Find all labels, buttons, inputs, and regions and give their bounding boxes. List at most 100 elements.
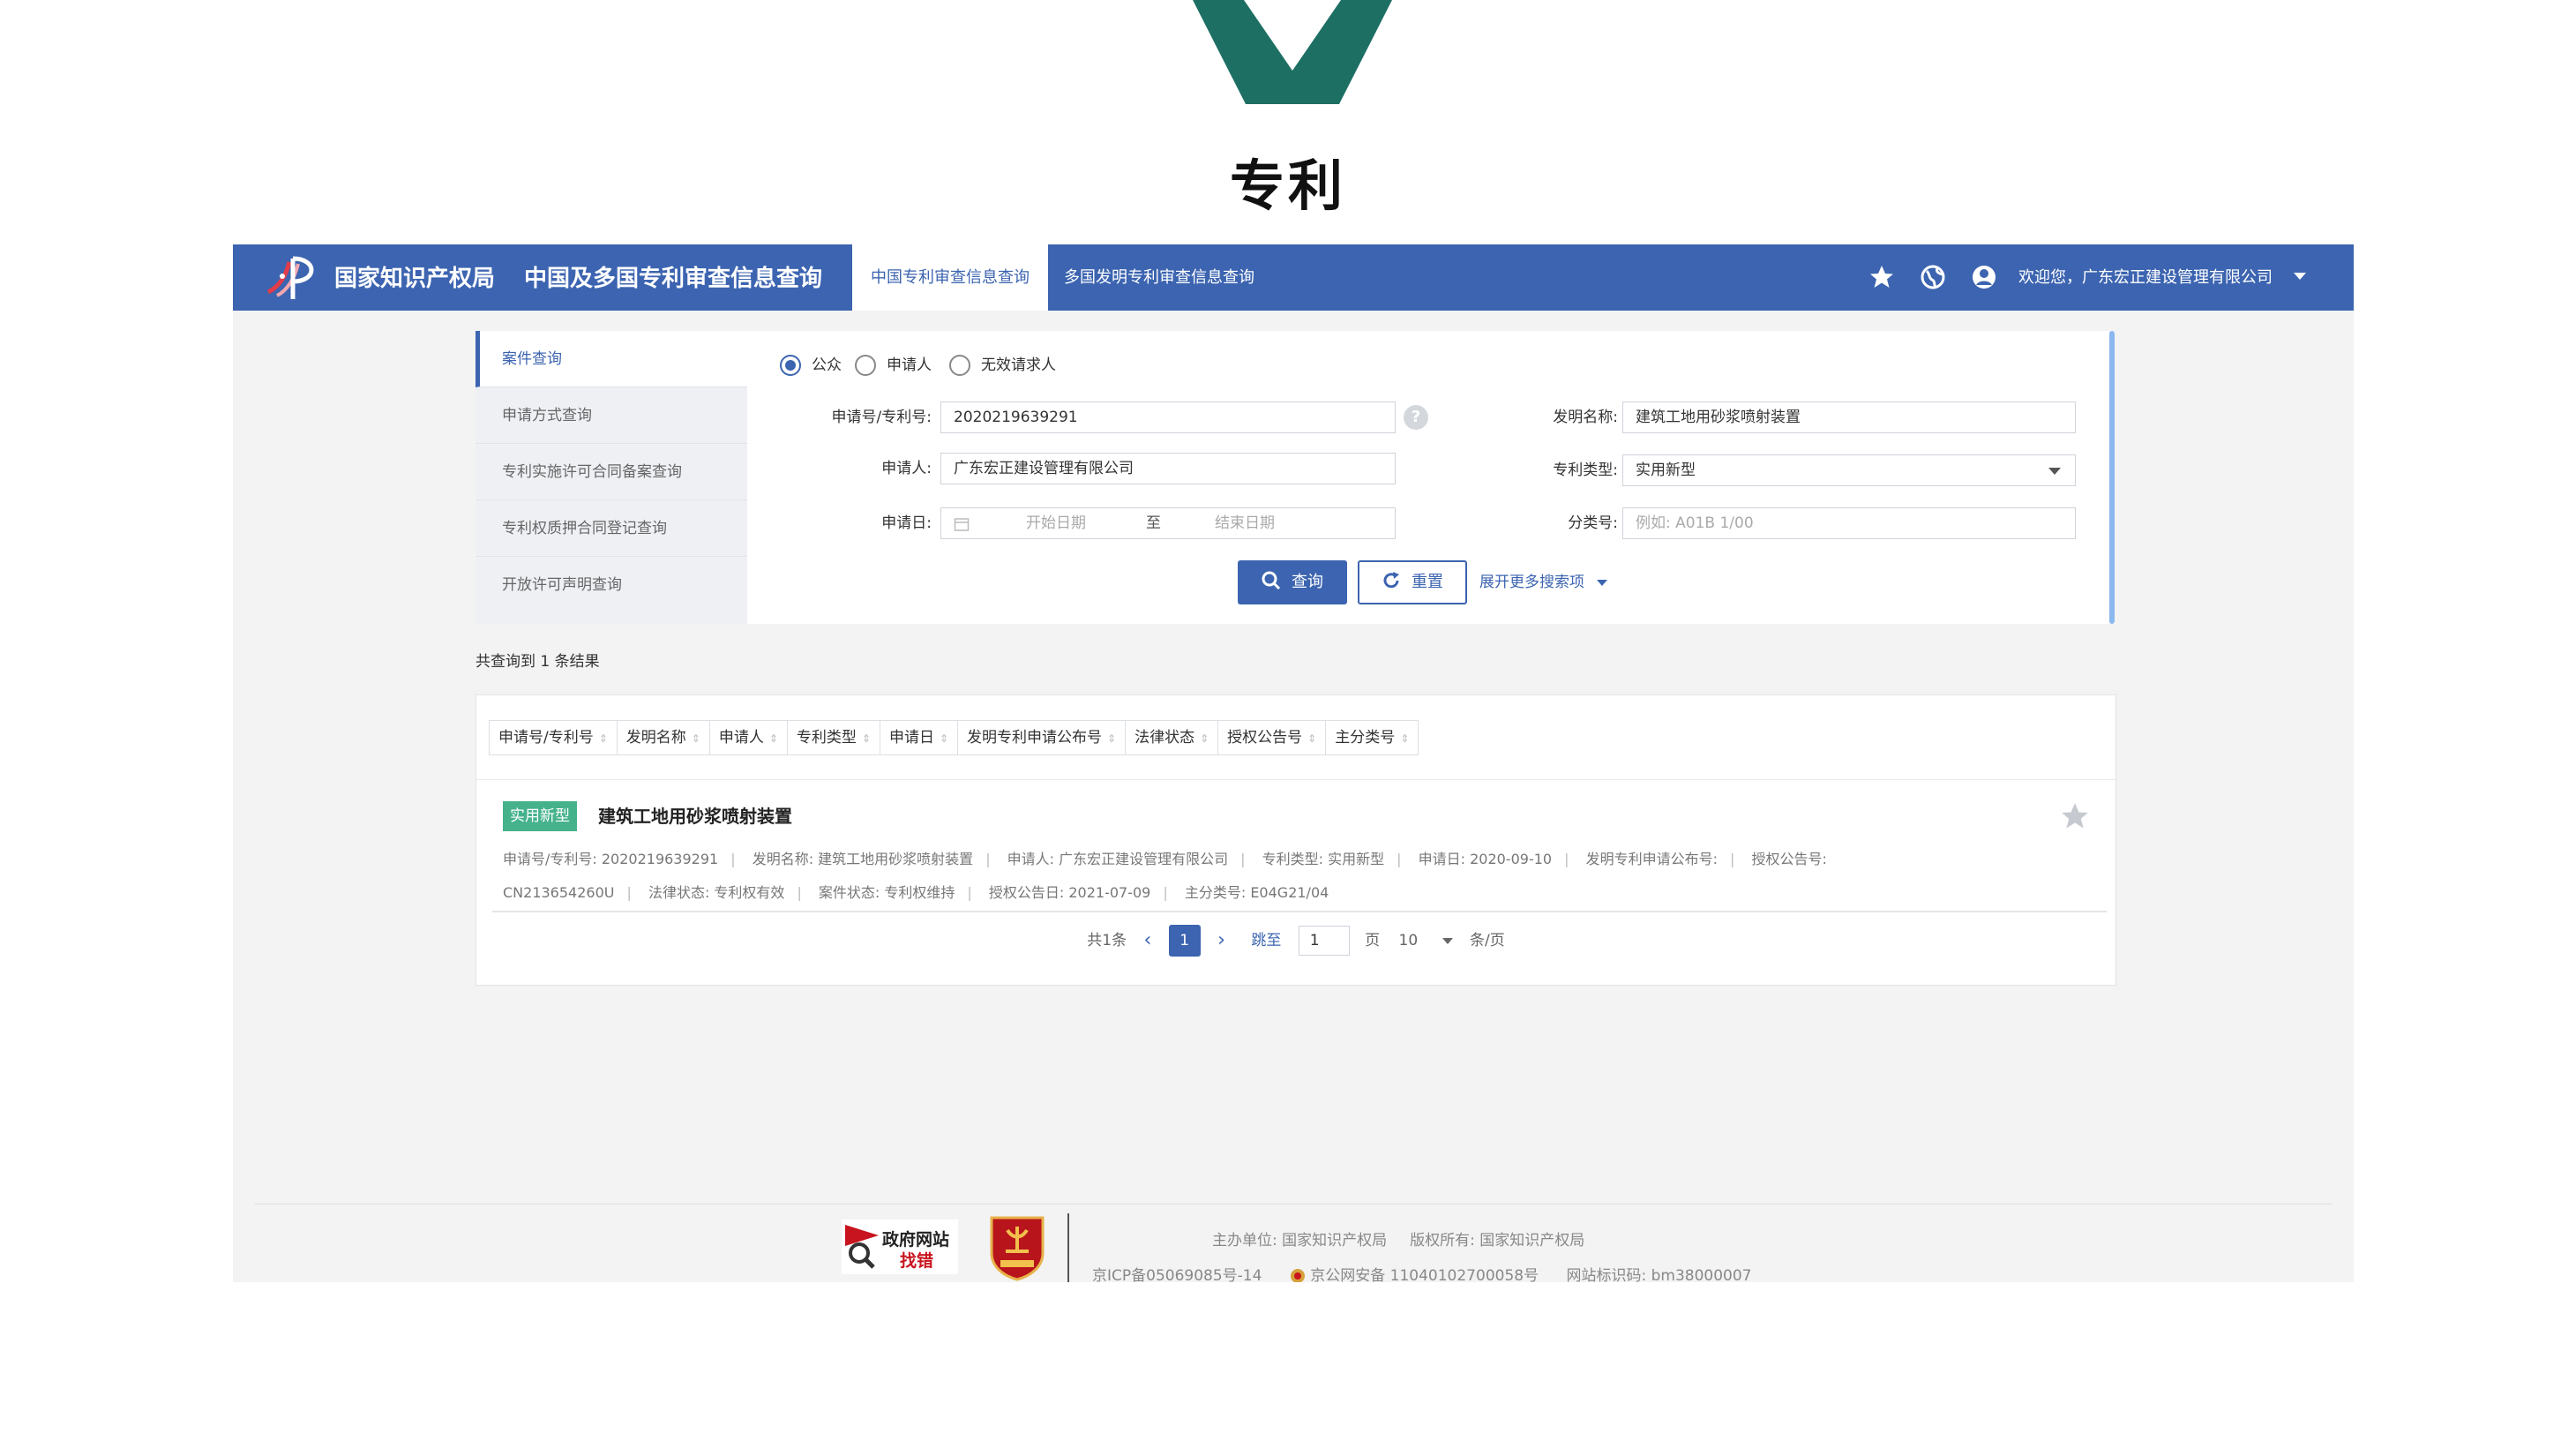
date-start-placeholder: 开始日期 bbox=[1026, 514, 1086, 532]
sidebar-item-case-query[interactable]: 案件查询 bbox=[476, 331, 747, 387]
result-meta-line2: CN213654260U | 法律状态: 专利权有效 | 案件状态: 专利权维持 | … bbox=[503, 884, 1329, 901]
pager-size-select[interactable]: 10 bbox=[1399, 923, 1419, 958]
pager-jump-input[interactable]: 1 bbox=[1298, 926, 1350, 956]
results-panel: 申请号/专利号 ⇕ 发明名称 ⇕ 申请人 ⇕ 专利类型 ⇕ 申请日 ⇕ 发明专利申请公布号… bbox=[476, 694, 2116, 986]
result-title-link[interactable]: 建筑工地用砂浆喷射装置 bbox=[598, 801, 792, 831]
sort-application-date[interactable]: 申请日 ⇕ bbox=[879, 720, 959, 755]
app-no-label: 申请号/专利号: bbox=[831, 409, 932, 426]
search-icon bbox=[1262, 571, 1281, 590]
sort-icon: ⇕ bbox=[1400, 732, 1410, 745]
system-title: 中国及多国专利审查信息查询 bbox=[524, 266, 823, 292]
party-organization-badge-icon[interactable] bbox=[986, 1212, 1048, 1281]
police-record-link[interactable]: 京公网安备 11040102700058号 bbox=[1310, 1267, 1539, 1282]
expand-more-options-link[interactable]: 展开更多搜索项 bbox=[1479, 560, 1607, 604]
sort-icon: ⇕ bbox=[861, 732, 871, 745]
sort-icon: ⇕ bbox=[1200, 732, 1209, 745]
globe-icon[interactable] bbox=[1920, 264, 1946, 290]
sort-bar: 申请号/专利号 ⇕ 发明名称 ⇕ 申请人 ⇕ 专利类型 ⇕ 申请日 ⇕ 发明专利申请公布号… bbox=[489, 720, 1419, 755]
sort-legal-status[interactable]: 法律状态 ⇕ bbox=[1125, 720, 1219, 755]
pager-current-page[interactable]: 1 bbox=[1168, 925, 1201, 957]
result-count: 共查询到 1 条结果 bbox=[476, 653, 600, 671]
sidebar-item-pledge-registration[interactable]: 专利权质押合同登记查询 bbox=[476, 500, 747, 557]
sidebar-item-application-method[interactable]: 申请方式查询 bbox=[476, 387, 747, 444]
sidebar-item-open-license[interactable]: 开放许可声明查询 bbox=[476, 557, 747, 613]
pager-page-unit: 页 bbox=[1365, 932, 1381, 949]
sort-applicant[interactable]: 申请人 ⇕ bbox=[708, 720, 788, 755]
welcome-user[interactable]: 欢迎您，广东宏正建设管理有限公司 bbox=[2018, 244, 2273, 311]
agency-name: 国家知识产权局 bbox=[334, 266, 496, 292]
chevron-left-icon[interactable]: ‹ bbox=[1143, 923, 1151, 958]
icp-link[interactable]: 京ICP备05069085号-14 bbox=[1092, 1267, 1262, 1282]
chevron-down-icon[interactable] bbox=[2294, 273, 2306, 280]
sort-patent-type[interactable]: 专利类型 ⇕ bbox=[786, 720, 880, 755]
class-no-input[interactable]: 例如: A01B 1/00 bbox=[1622, 507, 2076, 539]
sort-icon: ⇕ bbox=[1307, 732, 1317, 745]
gov-website-error-report-badge[interactable]: 政府网站 找错 bbox=[842, 1220, 958, 1274]
application-date-range[interactable]: 开始日期 至 结束日期 bbox=[940, 507, 1396, 539]
date-end-placeholder: 结束日期 bbox=[1215, 514, 1275, 532]
sort-app-no[interactable]: 申请号/专利号 ⇕ bbox=[489, 720, 618, 755]
pager-jump-label: 跳至 bbox=[1251, 932, 1282, 949]
divider bbox=[492, 911, 2107, 912]
chevron-down-icon bbox=[1597, 579, 1607, 586]
patent-type-select[interactable]: 实用新型 bbox=[1622, 454, 2076, 486]
sort-invention-name[interactable]: 发明名称 ⇕ bbox=[616, 720, 710, 755]
screenshot-frame: 国家知识产权局 中国及多国专利审查信息查询 中国专利审查信息查询 多国发明专利审… bbox=[233, 244, 2354, 1282]
radio-applicant[interactable]: 申请人 bbox=[855, 352, 932, 379]
pagination: 共1条 ‹ 1 › 跳至 1 页 10 条/页 bbox=[476, 923, 2115, 958]
query-type-sidebar: 案件查询 申请方式查询 专利实施许可合同备案查询 专利权质押合同登记查询 开放许… bbox=[476, 331, 747, 624]
sort-grant-no[interactable]: 授权公告号 ⇕ bbox=[1217, 720, 1327, 755]
query-button[interactable]: 查询 bbox=[1238, 560, 1347, 604]
sort-publication-no[interactable]: 发明专利申请公布号 ⇕ bbox=[957, 720, 1127, 755]
search-panel: 案件查询 申请方式查询 专利实施许可合同备案查询 专利权质押合同登记查询 开放许… bbox=[476, 331, 2115, 624]
sort-icon: ⇕ bbox=[939, 732, 949, 745]
chevron-down-icon[interactable] bbox=[1442, 937, 1453, 944]
divider bbox=[476, 779, 2115, 780]
applicant-input[interactable]: 广东宏正建设管理有限公司 bbox=[940, 453, 1396, 484]
radio-invalidation-requester[interactable]: 无效请求人 bbox=[949, 352, 1056, 379]
star-icon[interactable] bbox=[1868, 264, 1895, 290]
app-no-input[interactable]: 2020219639291 bbox=[940, 402, 1396, 433]
calendar-icon bbox=[954, 518, 970, 531]
cnipa-emblem-icon bbox=[266, 256, 314, 299]
applicant-label: 申请人: bbox=[881, 460, 932, 477]
sort-icon: ⇕ bbox=[768, 732, 778, 745]
patent-type-label: 专利类型: bbox=[1553, 462, 1618, 479]
user-icon[interactable] bbox=[1971, 264, 1997, 290]
radio-dot bbox=[855, 355, 876, 376]
page-title: 专利 bbox=[1229, 154, 1346, 218]
radio-public[interactable]: 公众 bbox=[780, 352, 842, 379]
radio-dot bbox=[780, 355, 801, 376]
scrollbar[interactable] bbox=[2109, 331, 2115, 624]
sort-main-class[interactable]: 主分类号 ⇕ bbox=[1325, 720, 1419, 755]
pager-total: 共1条 bbox=[1087, 932, 1127, 949]
tab-multi-country-query[interactable]: 多国发明专利审查信息查询 bbox=[1064, 244, 1254, 311]
footer-vertical-divider bbox=[1067, 1213, 1069, 1282]
tab-china-patent-query[interactable]: 中国专利审查信息查询 bbox=[852, 244, 1048, 311]
refresh-icon bbox=[1383, 572, 1399, 589]
sort-icon: ⇕ bbox=[598, 732, 608, 745]
police-emblem-icon bbox=[1290, 1269, 1305, 1282]
pager-size-unit: 条/页 bbox=[1470, 932, 1505, 949]
top-navbar: 国家知识产权局 中国及多国专利审查信息查询 中国专利审查信息查询 多国发明专利审… bbox=[233, 244, 2354, 311]
brand-chevron-logo bbox=[1193, 0, 1392, 104]
invention-name-label: 发明名称: bbox=[1553, 409, 1618, 426]
gov-badge-icon bbox=[845, 1225, 879, 1269]
sidebar-item-license-filing[interactable]: 专利实施许可合同备案查询 bbox=[476, 444, 747, 500]
result-meta-line1: 申请号/专利号: 2020219639291 | 发明名称: 建筑工地用砂浆喷射装… bbox=[503, 851, 1827, 867]
sort-icon: ⇕ bbox=[691, 732, 700, 745]
reset-button[interactable]: 重置 bbox=[1358, 560, 1467, 604]
help-icon[interactable]: ? bbox=[1404, 405, 1428, 430]
date-to-label: 至 bbox=[1146, 514, 1161, 532]
chevron-down-icon bbox=[2048, 468, 2061, 475]
invention-name-input[interactable]: 建筑工地用砂浆喷射装置 bbox=[1622, 402, 2076, 433]
footer-registration-line: 京ICP备05069085号-14 京公网安备 11040102700058号 … bbox=[1092, 1263, 1752, 1282]
favorite-star-icon[interactable] bbox=[2060, 801, 2090, 831]
chevron-right-icon[interactable]: › bbox=[1217, 923, 1225, 958]
application-date-label: 申请日: bbox=[881, 514, 932, 532]
footer-sponsor-line: 主办单位: 国家知识产权局 版权所有: 国家知识产权局 bbox=[1212, 1232, 1585, 1250]
footer-divider bbox=[255, 1204, 2332, 1205]
page: 专利 国家知识产权局 中国及多国专利审查信息查询 中国专利审查信息查询 多国发明… bbox=[0, 0, 2576, 1456]
radio-dot bbox=[949, 355, 970, 376]
patent-type-badge: 实用新型 bbox=[503, 801, 577, 831]
